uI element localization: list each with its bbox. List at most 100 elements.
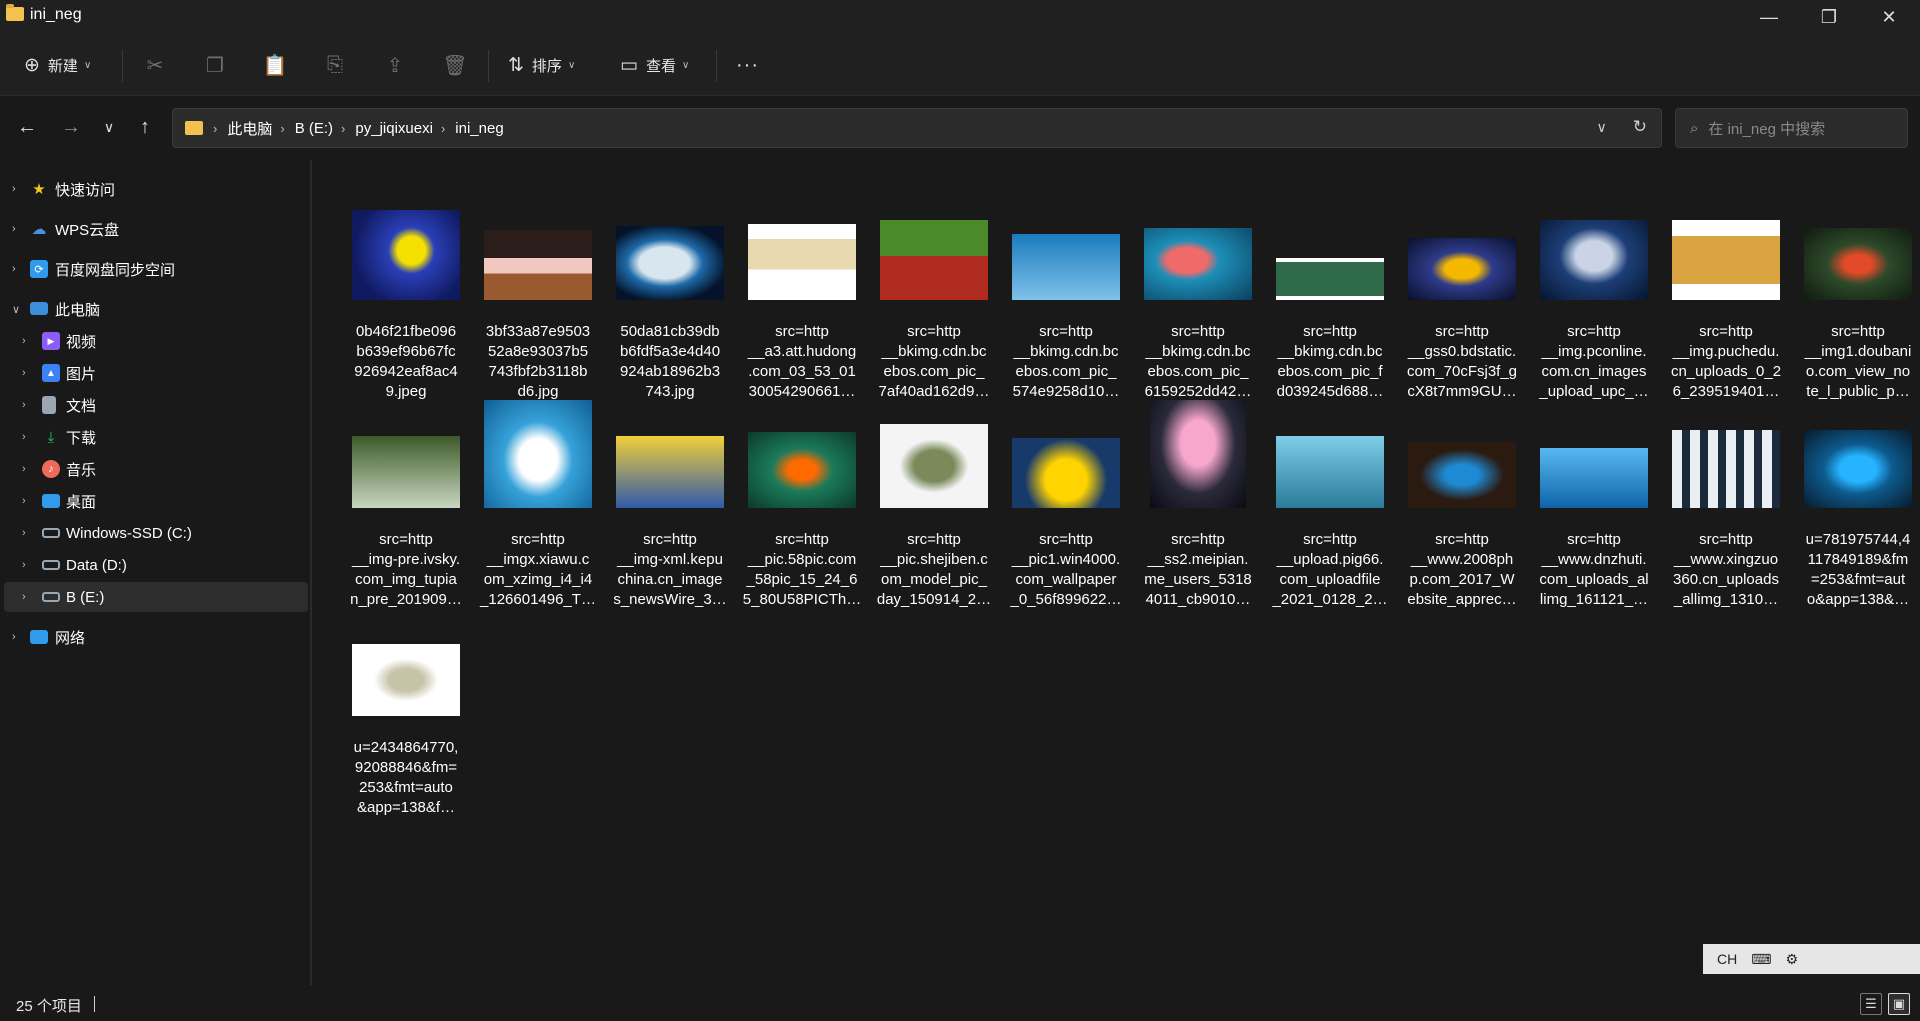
file-name[interactable]: src=http __img-xml.kepu china.cn_image s_ne…: [604, 530, 736, 610]
share-icon[interactable]: ⇪: [380, 50, 410, 80]
sidebar-item-videos[interactable]: › ▶ 视频: [4, 326, 308, 356]
file-name[interactable]: src=http __img.puchedu. cn_uploads_0_2 6_23…: [1660, 322, 1792, 402]
sort-button[interactable]: ⇅ 排序 ∨: [508, 48, 575, 82]
chevron-right-icon[interactable]: ›: [12, 263, 16, 275]
refresh-icon[interactable]: ↻: [1633, 117, 1647, 137]
file-name[interactable]: src=http __bkimg.cdn.bc ebos.com_pic_ 7af40…: [868, 322, 1000, 402]
file-thumbnail[interactable]: [616, 226, 724, 300]
forward-arrow-icon[interactable]: →: [56, 112, 86, 142]
large-icons-view-icon[interactable]: ▣: [1888, 993, 1910, 1015]
file-name[interactable]: src=http __pic.58pic.com _58pic_15_24_6 5_8…: [736, 530, 868, 610]
file-name[interactable]: src=http __ss2.meipian. me_users_5318 4011_…: [1132, 530, 1264, 610]
file-tile[interactable]: src=http __img-pre.ivsky. com_img_tupia n_p…: [340, 398, 472, 608]
sidebar-item-desktop[interactable]: › 桌面: [4, 486, 308, 516]
file-thumbnail[interactable]: [1672, 430, 1780, 508]
file-tile[interactable]: 0b46f21fbe096 b639ef96b67fc 926942eaf8ac4 9…: [340, 190, 472, 400]
file-tile[interactable]: src=http __www.dnzhuti. com_uploads_al limg…: [1528, 398, 1660, 608]
chevron-right-icon[interactable]: ›: [22, 559, 26, 571]
file-thumbnail[interactable]: [1804, 228, 1912, 300]
sidebar-item-music[interactable]: › ♪ 音乐: [4, 454, 308, 484]
sidebar-item-pictures[interactable]: › ▲ 图片: [4, 358, 308, 388]
file-thumbnail[interactable]: [484, 400, 592, 508]
file-name[interactable]: src=http __pic.shejiben.c om_model_pic_ day…: [868, 530, 1000, 610]
cut-icon[interactable]: ✂: [140, 50, 170, 80]
file-thumbnail[interactable]: [1144, 228, 1252, 300]
file-tile[interactable]: src=http __bkimg.cdn.bc ebos.com_pic_ 574e9…: [1000, 190, 1132, 400]
up-arrow-icon[interactable]: ↑: [130, 112, 160, 142]
file-thumbnail[interactable]: [352, 210, 460, 300]
file-name[interactable]: src=http __www.xingzuo 360.cn_uploads _alli…: [1660, 530, 1792, 610]
file-tile[interactable]: 3bf33a87e9503 52a8e93037b5 743fbf2b3118b d6…: [472, 190, 604, 400]
file-tile[interactable]: src=http __bkimg.cdn.bc ebos.com_pic_f d039…: [1264, 190, 1396, 400]
file-tile[interactable]: src=http __www.xingzuo 360.cn_uploads _alli…: [1660, 398, 1792, 608]
file-name[interactable]: src=http __upload.pig66. com_uploadfile _20…: [1264, 530, 1396, 610]
file-tile[interactable]: src=http __imgx.xiawu.c om_xzimg_i4_i4 _126…: [472, 398, 604, 608]
file-tile[interactable]: src=http __ss2.meipian. me_users_5318 4011_…: [1132, 398, 1264, 608]
file-name[interactable]: src=http __bkimg.cdn.bc ebos.com_pic_ 61592…: [1132, 322, 1264, 402]
view-button[interactable]: ▭ 查看 ∨: [620, 48, 689, 82]
new-button[interactable]: ⊕ 新建 ∨: [24, 48, 91, 82]
file-thumbnail[interactable]: [1150, 400, 1246, 508]
sidebar-item-drive-e[interactable]: › B (E:): [4, 582, 308, 612]
chevron-right-icon[interactable]: ›: [22, 431, 26, 443]
file-tile[interactable]: src=http __upload.pig66. com_uploadfile _20…: [1264, 398, 1396, 608]
file-thumbnail[interactable]: [1276, 258, 1384, 300]
close-button[interactable]: ✕: [1860, 0, 1918, 34]
file-tile[interactable]: u=2434864770, 92088846&fm= 253&fmt=auto &ap…: [340, 606, 472, 816]
file-tile[interactable]: u=781975744,4 117849189&fm =253&fmt=aut o&a…: [1792, 398, 1920, 608]
file-thumbnail[interactable]: [880, 220, 988, 300]
back-arrow-icon[interactable]: ←: [12, 112, 42, 142]
file-name[interactable]: src=http __img-pre.ivsky. com_img_tupia n_p…: [340, 530, 472, 610]
chevron-right-icon[interactable]: ›: [22, 527, 26, 539]
more-options-button[interactable]: ···: [736, 48, 759, 82]
file-name[interactable]: u=781975744,4 117849189&fm =253&fmt=aut o&a…: [1792, 530, 1920, 610]
copy-icon[interactable]: ❐: [200, 50, 230, 80]
file-name[interactable]: 0b46f21fbe096 b639ef96b67fc 926942eaf8ac4 9…: [340, 322, 472, 402]
file-thumbnail[interactable]: [1672, 220, 1780, 300]
file-thumbnail[interactable]: [748, 432, 856, 508]
file-tile[interactable]: src=http __img.pconline. com.cn_images _upl…: [1528, 190, 1660, 400]
minimize-button[interactable]: —: [1740, 0, 1798, 34]
file-name[interactable]: src=http __a3.att.hudong .com_03_53_01 3005…: [736, 322, 868, 402]
file-name[interactable]: src=http __bkimg.cdn.bc ebos.com_pic_f d039…: [1264, 322, 1396, 402]
breadcrumb-ini-neg[interactable]: ini_neg: [455, 120, 503, 137]
file-tile[interactable]: src=http __img-xml.kepu china.cn_image s_ne…: [604, 398, 736, 608]
sidebar-item-drive-c[interactable]: › Windows-SSD (C:): [4, 518, 308, 548]
file-tile[interactable]: src=http __pic1.win4000. com_wallpaper _0_5…: [1000, 398, 1132, 608]
file-thumbnail[interactable]: [1012, 234, 1120, 300]
file-thumbnail[interactable]: [484, 230, 592, 300]
chevron-right-icon[interactable]: ›: [22, 495, 26, 507]
maximize-button[interactable]: ❐: [1800, 0, 1858, 34]
file-thumbnail[interactable]: [880, 424, 988, 508]
chevron-right-icon[interactable]: ›: [22, 591, 26, 603]
file-thumbnail[interactable]: [1408, 238, 1516, 300]
file-tile[interactable]: src=http __gss0.bdstatic. com_70cFsj3f_g cX…: [1396, 190, 1528, 400]
ime-toolbar[interactable]: CH ⌨ ⚙: [1703, 944, 1920, 974]
file-name[interactable]: src=http __www.dnzhuti. com_uploads_al limg…: [1528, 530, 1660, 610]
file-thumbnail[interactable]: [1804, 430, 1912, 508]
delete-icon[interactable]: 🗑: [440, 50, 470, 80]
file-name[interactable]: src=http __pic1.win4000. com_wallpaper _0_5…: [1000, 530, 1132, 610]
file-name[interactable]: src=http __img1.doubani o.com_view_no te_l_…: [1792, 322, 1920, 402]
file-tile[interactable]: src=http __bkimg.cdn.bc ebos.com_pic_ 61592…: [1132, 190, 1264, 400]
chevron-right-icon[interactable]: ›: [22, 335, 26, 347]
address-dropdown-chevron-icon[interactable]: ∨: [1597, 119, 1607, 137]
sidebar-item-quick-access[interactable]: › ★ 快速访问: [4, 174, 308, 204]
chevron-right-icon[interactable]: ›: [22, 399, 26, 411]
file-name[interactable]: 50da81cb39db b6fdf5a3e4d40 924ab18962b3 743…: [604, 322, 736, 402]
recent-locations-chevron-icon[interactable]: ∨: [94, 112, 124, 142]
details-view-icon[interactable]: ☰: [1860, 993, 1882, 1015]
sidebar-item-network[interactable]: › 网络: [4, 622, 308, 652]
rename-icon[interactable]: ⎘: [320, 50, 350, 80]
breadcrumb-py-jiqixuexi[interactable]: py_jiqixuexi: [355, 120, 433, 137]
file-thumbnail[interactable]: [616, 436, 724, 508]
file-thumbnail[interactable]: [748, 224, 856, 300]
ime-settings-icon[interactable]: ⚙: [1785, 951, 1798, 968]
file-thumbnail[interactable]: [1540, 220, 1648, 300]
paste-icon[interactable]: 📋: [260, 50, 290, 80]
address-bar[interactable]: › 此电脑 › B (E:) › py_jiqixuexi › ini_neg …: [172, 108, 1662, 148]
search-input[interactable]: ⌕ 在 ini_neg 中搜索: [1675, 108, 1908, 148]
file-name[interactable]: 3bf33a87e9503 52a8e93037b5 743fbf2b3118b d6…: [472, 322, 604, 402]
chevron-down-icon[interactable]: ∨: [12, 303, 20, 316]
file-thumbnail[interactable]: [1276, 436, 1384, 508]
